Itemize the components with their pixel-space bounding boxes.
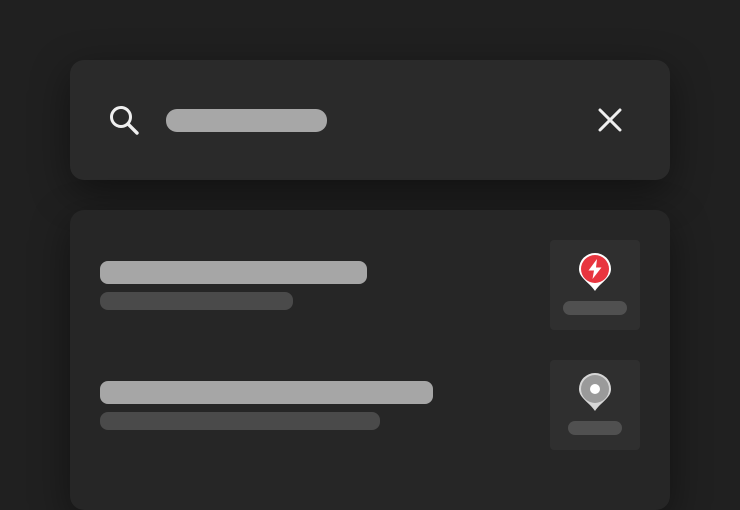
search-icon [110,106,139,135]
location-dot-marker-icon [579,373,611,411]
result-title [100,381,433,404]
map-thumbnail[interactable] [550,360,640,450]
list-item[interactable] [70,360,670,470]
results-list [70,210,670,510]
tile-label [568,421,622,435]
search-input[interactable] [166,109,327,132]
list-item[interactable] [70,240,670,350]
close-icon[interactable] [594,104,626,136]
result-title [100,261,367,284]
lightning-marker-icon [579,253,611,291]
result-subtitle [100,292,293,310]
result-subtitle [100,412,380,430]
tile-label [563,301,627,315]
map-thumbnail[interactable] [550,240,640,330]
search-panel [70,60,670,180]
